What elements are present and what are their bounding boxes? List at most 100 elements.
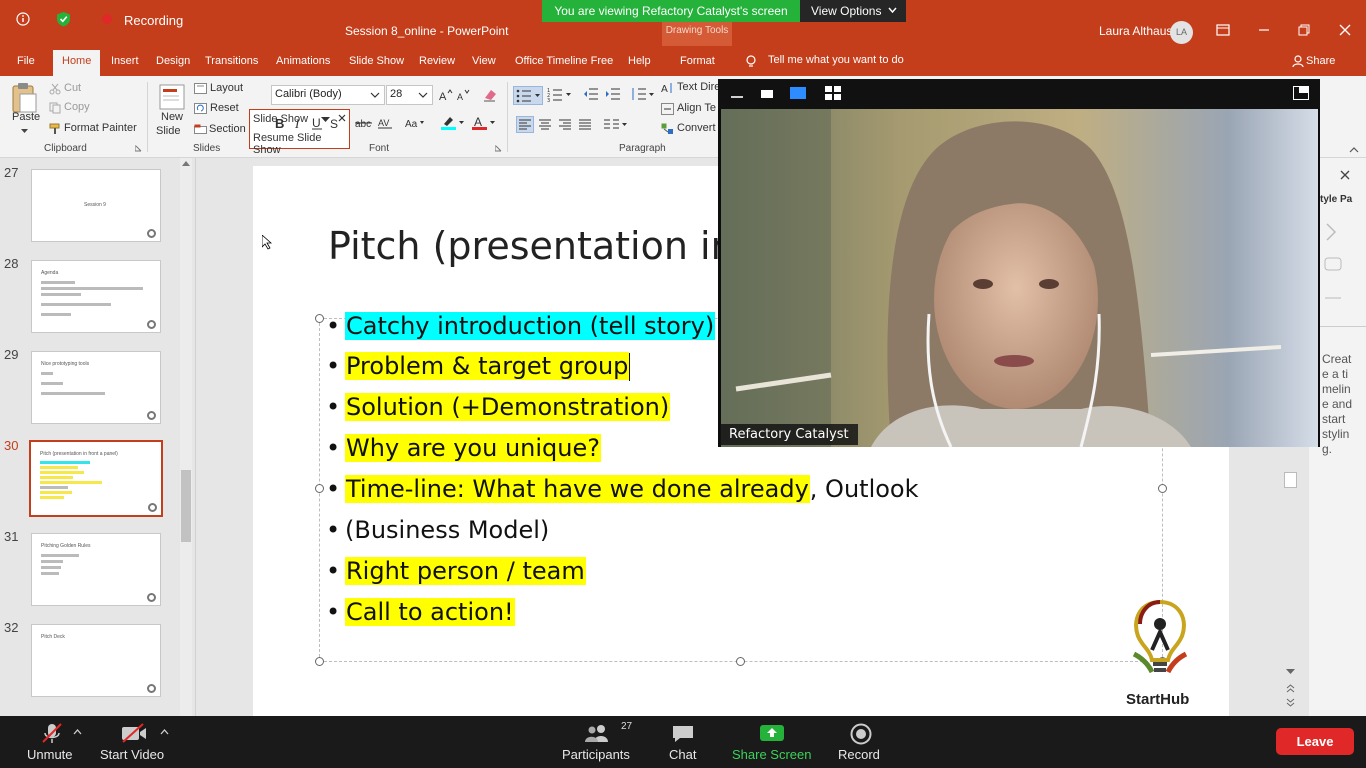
slide-title[interactable]: Pitch (presentation in (328, 224, 735, 268)
scrollbar-thumb[interactable] (181, 470, 191, 542)
italic-icon[interactable]: I (293, 116, 305, 130)
user-name[interactable]: Laura Althaus (1099, 24, 1172, 38)
character-spacing-icon[interactable]: AV (378, 117, 396, 129)
resize-handle[interactable] (315, 657, 324, 666)
bullet-item[interactable]: • Why are you unique? (326, 434, 601, 462)
restore-icon[interactable] (1297, 23, 1313, 39)
section-icon[interactable] (194, 124, 207, 135)
bullet-item[interactable]: • Solution (+Demonstration) (326, 393, 671, 421)
tab-help[interactable]: Help (628, 55, 651, 67)
tab-slide-show[interactable]: Slide Show (349, 55, 404, 67)
font-color-icon[interactable]: A (472, 115, 496, 130)
new-slide-label-1[interactable]: New (161, 111, 183, 123)
share-screen-button[interactable]: Share Screen (728, 716, 816, 768)
align-text-icon[interactable] (661, 103, 674, 115)
decrease-indent-icon[interactable] (583, 87, 599, 101)
paste-icon[interactable] (10, 82, 38, 114)
layout-icon[interactable] (194, 83, 207, 94)
change-case-icon[interactable]: Aa (405, 117, 425, 129)
layout-button[interactable]: Layout (210, 82, 243, 94)
participants-button[interactable]: 27 Participants (560, 716, 636, 768)
scroll-down-icon[interactable] (1286, 669, 1295, 675)
slide-thumbnail[interactable]: Session 9 (31, 169, 161, 242)
font-name-combo[interactable]: Calibri (Body) (271, 85, 385, 105)
speaker-view-icon[interactable] (790, 86, 806, 100)
convert-smartart-icon[interactable] (661, 123, 674, 135)
copy-icon[interactable] (49, 102, 61, 114)
tab-review[interactable]: Review (419, 55, 455, 67)
collapse-ribbon-icon[interactable] (1349, 146, 1359, 153)
tab-transitions[interactable]: Transitions (205, 55, 258, 67)
text-direction-button[interactable]: Text Dire (677, 81, 720, 93)
thumbnail-scrollbar[interactable] (180, 158, 192, 716)
record-button[interactable]: Record (836, 716, 886, 768)
increase-indent-icon[interactable] (605, 87, 621, 101)
slide-thumbnail[interactable]: Pitch Deck (31, 624, 161, 697)
highlight-color-icon[interactable] (441, 115, 465, 130)
tab-office-timeline[interactable]: Office Timeline Free (515, 55, 613, 67)
info-icon[interactable] (16, 12, 30, 26)
shield-check-icon[interactable] (56, 11, 71, 27)
minimize-icon[interactable] (1257, 23, 1273, 39)
dialog-launcher-icon[interactable] (135, 145, 142, 152)
tab-animations[interactable]: Animations (276, 55, 330, 67)
resize-handle[interactable] (736, 657, 745, 666)
numbering-icon[interactable]: 123 (547, 87, 573, 103)
justify-icon[interactable] (577, 117, 593, 132)
chevron-up-icon[interactable] (73, 729, 82, 735)
cut-icon[interactable] (49, 83, 61, 95)
tab-format[interactable]: Format (680, 55, 715, 67)
grow-font-icon[interactable]: A (439, 89, 453, 101)
new-slide-icon[interactable] (159, 81, 185, 111)
chevron-down-icon[interactable] (21, 129, 28, 134)
reset-button[interactable]: Reset (210, 102, 239, 114)
resume-slideshow-item[interactable]: Resume Slide Show (253, 132, 349, 156)
scroll-up-icon[interactable] (182, 161, 190, 166)
chevron-down-icon[interactable] (418, 92, 428, 98)
bullet-item[interactable]: • Catchy introduction (tell story) (326, 312, 716, 340)
share-button[interactable]: Share (1306, 55, 1335, 67)
bullet-item[interactable]: • Right person / team (326, 557, 586, 585)
style-icon[interactable] (1323, 220, 1343, 304)
chat-button[interactable]: Chat (666, 716, 700, 768)
clear-formatting-icon[interactable] (483, 88, 497, 102)
avatar[interactable]: LA (1170, 21, 1193, 44)
unmute-button[interactable]: Unmute (22, 716, 82, 768)
align-right-icon[interactable] (557, 117, 573, 132)
slide-thumbnail[interactable]: Agenda (31, 260, 161, 333)
bullet-item[interactable]: • Call to action! (326, 598, 515, 626)
bullet-item[interactable]: • Time-line: What have we done already, O… (326, 475, 919, 503)
paste-button[interactable]: Paste (12, 111, 40, 123)
start-video-button[interactable]: Start Video (98, 716, 168, 768)
resize-handle[interactable] (315, 314, 324, 323)
slide-thumbnail-selected[interactable]: Pitch (presentation in front a panel) (29, 440, 163, 517)
line-spacing-icon[interactable] (630, 87, 654, 102)
bold-icon[interactable]: B (274, 116, 286, 130)
leave-button[interactable]: Leave (1276, 728, 1354, 755)
chevron-up-icon[interactable] (160, 729, 169, 735)
text-direction-icon[interactable]: A (661, 82, 674, 94)
bullet-item[interactable]: • Problem & target group (326, 352, 631, 381)
next-slide-icon[interactable] (1286, 698, 1295, 707)
tab-view[interactable]: View (472, 55, 496, 67)
minimize-video-icon[interactable] (730, 91, 744, 99)
align-left-icon[interactable] (516, 116, 534, 133)
tab-design[interactable]: Design (156, 55, 190, 67)
tab-insert[interactable]: Insert (111, 55, 139, 67)
single-view-icon[interactable] (760, 88, 774, 100)
slide-thumbnail[interactable]: Pitching Golden Rules (31, 533, 161, 606)
ribbon-display-icon[interactable] (1216, 23, 1232, 39)
resize-handle[interactable] (1158, 484, 1167, 493)
tab-file[interactable]: File (17, 55, 35, 67)
close-icon[interactable] (1338, 23, 1354, 39)
exit-fullscreen-icon[interactable] (1293, 86, 1309, 100)
bullets-icon[interactable] (513, 86, 543, 105)
cut-button[interactable]: Cut (64, 82, 81, 94)
slide-thumbnail[interactable]: Nice prototyping tools (31, 351, 161, 424)
format-painter-button[interactable]: Format Painter (64, 122, 137, 134)
align-center-icon[interactable] (537, 117, 553, 132)
section-button[interactable]: Section (209, 123, 246, 135)
dialog-launcher-icon[interactable] (495, 145, 502, 152)
close-icon[interactable] (1340, 170, 1350, 180)
format-painter-icon[interactable] (49, 123, 61, 135)
